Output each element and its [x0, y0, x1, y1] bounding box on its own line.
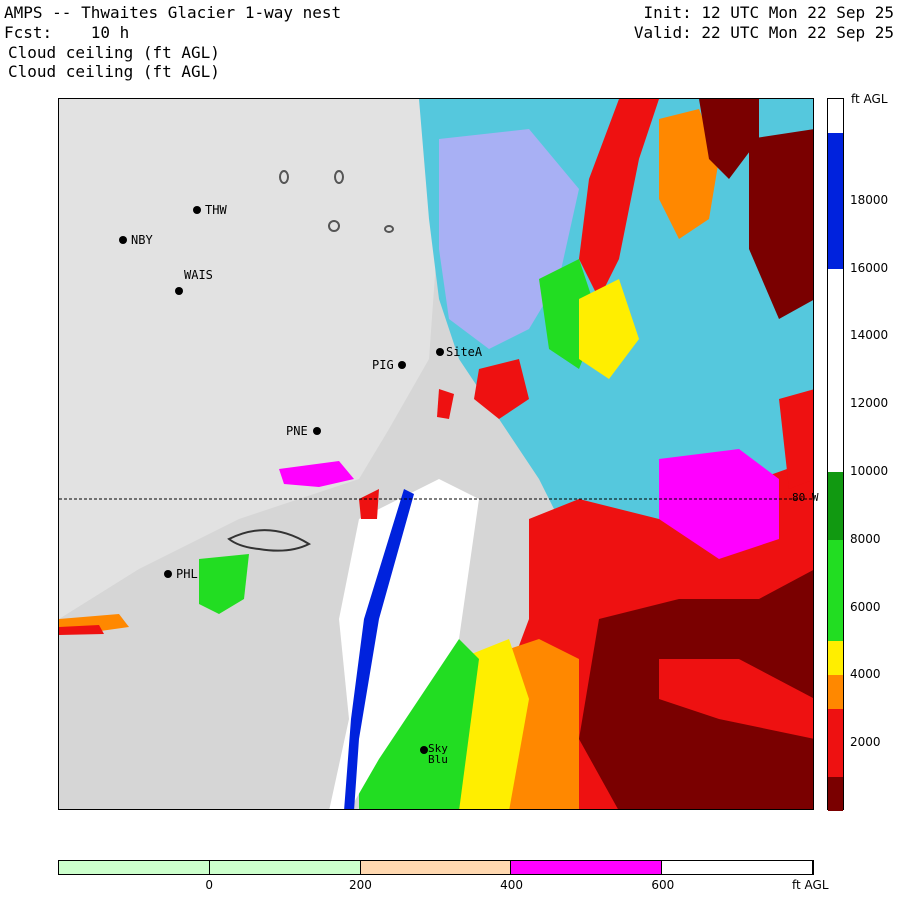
station-label-nby: NBY	[131, 233, 153, 247]
station-dot-thw	[193, 206, 201, 214]
colorbar-tick-label: 6000	[850, 599, 881, 614]
colorbar-segment	[828, 641, 843, 676]
station-label-phl: PHL	[176, 567, 198, 581]
colorbar-segment	[828, 675, 843, 710]
station-dot-wais	[175, 287, 183, 295]
station-dot-phl	[164, 570, 172, 578]
map-title: AMPS -- Thwaites Glacier 1-way nest	[4, 3, 342, 22]
station-dot-pne	[313, 427, 321, 435]
station-dot-sitea	[436, 348, 444, 356]
colorbar-tick-label: 8000	[850, 531, 881, 546]
station-label-thw: THW	[205, 203, 227, 217]
station-label-pig: PIG	[372, 358, 394, 372]
terrain-colorbar-segment	[360, 861, 512, 874]
colorbar-segment	[828, 268, 843, 472]
colorbar-unit: ft AGL	[851, 92, 888, 106]
colorbar-segment	[828, 777, 843, 811]
terrain-colorbar	[58, 860, 814, 875]
colorbar-segment	[828, 471, 843, 540]
ceiling-colorbar	[827, 98, 844, 811]
forecast-hour: Fcst: 10 h	[4, 23, 130, 42]
station-label-skyblu: Sky Blu	[428, 742, 448, 766]
terrain-colorbar-tick-label: 400	[500, 878, 524, 892]
variable-name: Cloud ceiling (ft AGL)	[8, 43, 220, 62]
station-dot-pig	[398, 361, 406, 369]
colorbar-segment	[828, 132, 843, 269]
colorbar-tick-label: 18000	[850, 192, 889, 207]
colorbar-segment	[828, 99, 843, 133]
colorbar-segment	[828, 539, 843, 642]
terrain-colorbar-unit: ft AGL	[792, 878, 829, 892]
station-label-wais: WAIS	[184, 268, 213, 282]
terrain-colorbar-segment	[511, 861, 663, 874]
latitude-label: 80 W	[792, 491, 819, 504]
colorbar-tick-label: 2000	[850, 735, 881, 750]
colorbar-segment	[828, 709, 843, 778]
terrain-colorbar-segment	[209, 861, 361, 874]
init-time: Init: 12 UTC Mon 22 Sep 25	[643, 3, 894, 22]
map-canvas	[59, 99, 813, 809]
colorbar-tick-label: 14000	[850, 328, 889, 343]
terrain-colorbar-tick-label: 0	[205, 878, 214, 892]
station-label-sitea: SiteA	[446, 345, 483, 359]
valid-time: Valid: 22 UTC Mon 22 Sep 25	[633, 23, 894, 42]
station-dot-skyblu	[420, 746, 428, 754]
terrain-colorbar-segment	[59, 861, 210, 874]
terrain-colorbar-tick-label: 200	[348, 878, 372, 892]
variable-name-repeat: Cloud ceiling (ft AGL)	[8, 62, 220, 81]
terrain-colorbar-tick-label: 600	[651, 878, 675, 892]
station-dot-nby	[119, 236, 127, 244]
colorbar-tick-label: 16000	[850, 260, 889, 275]
colorbar-tick-label: 12000	[850, 396, 889, 411]
terrain-colorbar-segment	[662, 861, 813, 874]
colorbar-tick-label: 10000	[850, 463, 889, 478]
colorbar-tick-label: 4000	[850, 667, 881, 682]
station-label-pne: PNE	[286, 424, 308, 438]
map-panel	[58, 98, 814, 810]
